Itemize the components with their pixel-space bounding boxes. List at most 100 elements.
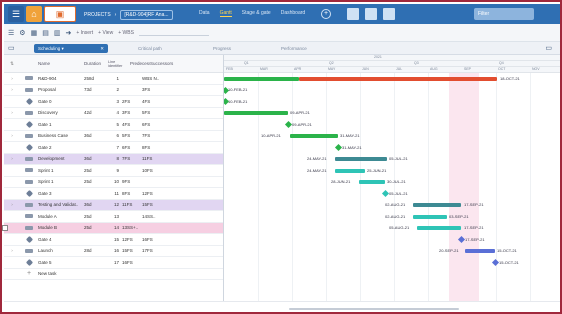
new-task-row[interactable]: + New task — [4, 269, 223, 280]
project-selector[interactable]: [R&D-904]RF Ana... — [120, 10, 173, 20]
expand-icon[interactable]: › — [4, 133, 20, 138]
filter-box[interactable]: Filter — [474, 8, 534, 20]
task-successors[interactable]: 10FS — [142, 168, 168, 173]
expand-icon[interactable]: › — [4, 110, 20, 115]
task-predecessors[interactable]: 6FS — [122, 145, 142, 150]
task-name[interactable]: Module B — [38, 225, 84, 230]
board-view-icon[interactable] — [383, 8, 395, 20]
menu-icon[interactable]: ☰ — [8, 6, 24, 22]
task-successors[interactable]: 17FS — [142, 248, 168, 253]
tab-critical-path[interactable]: Critical path — [134, 44, 166, 53]
nav-gantt[interactable]: Gantt — [219, 10, 232, 17]
summary-bar[interactable] — [335, 157, 387, 161]
task-name[interactable]: Module A — [38, 214, 84, 219]
table-row[interactable]: › R&D-904 258d 1 WBS N.. — [4, 73, 223, 85]
nav-dashboard[interactable]: Dashboard — [281, 10, 305, 17]
task-successors[interactable]: 6FS — [142, 122, 168, 127]
table-row[interactable]: › Discovery 42d 4 3FS 5FS — [4, 108, 223, 119]
add-icon[interactable]: + — [27, 270, 31, 277]
table-row[interactable]: Sprint 1 25d 9 10FS — [4, 165, 223, 177]
table-row[interactable]: Gate 4 15 12FS 16FS — [4, 234, 223, 246]
task-predecessors[interactable]: 15FS — [122, 248, 142, 253]
task-predecessors[interactable]: 7FS — [122, 156, 142, 161]
task-bar[interactable] — [465, 249, 495, 253]
task-duration[interactable]: 25d — [84, 168, 108, 173]
panel-toggle-icon[interactable]: ▭ — [545, 44, 552, 52]
table-row[interactable]: › Testing and Validat.. 36d 12 11FS 15FS — [4, 199, 223, 211]
table-row[interactable]: Sprint 1 25d 10 9FS — [4, 177, 223, 188]
table-row[interactable]: Gate 2 7 6FS 8FS — [4, 142, 223, 154]
tab-performance[interactable]: Performance — [277, 44, 311, 53]
milestone-marker[interactable] — [381, 189, 390, 198]
table-row[interactable]: Module B 25d 14 13SS+.. — [2, 222, 223, 234]
task-duration[interactable]: 36d — [84, 202, 108, 207]
settings-icon[interactable]: ⚙ — [19, 29, 25, 37]
task-successors[interactable]: 3FS — [142, 87, 168, 92]
tab-progress[interactable]: Progress — [209, 44, 235, 53]
user-icon[interactable] — [365, 8, 377, 20]
task-bar[interactable] — [417, 226, 461, 230]
calendar-icon[interactable]: ▦ — [31, 29, 38, 37]
task-name[interactable]: R&D-904 — [38, 76, 84, 81]
task-predecessors[interactable]: 13SS+.. — [122, 225, 142, 230]
task-successors[interactable]: 11FS — [142, 156, 168, 161]
task-name[interactable]: Sprint 1 — [38, 168, 84, 173]
task-predecessors[interactable]: 3FS — [122, 110, 142, 115]
row-select-checkbox[interactable] — [2, 224, 8, 231]
task-bar[interactable] — [413, 214, 447, 219]
task-predecessors[interactable]: 9FS — [122, 179, 142, 184]
task-successors[interactable]: 5FS — [142, 110, 168, 115]
task-name[interactable]: Discovery — [38, 110, 84, 115]
insert-button[interactable]: + Insert — [76, 30, 93, 36]
sidebar-toggle-icon[interactable]: ▭ — [8, 44, 15, 52]
task-name[interactable]: Gate 0 — [38, 99, 84, 104]
wbs-button[interactable]: + WBS — [118, 30, 134, 36]
task-predecessors[interactable]: 8FS — [122, 191, 142, 196]
home-icon[interactable]: ⌂ — [26, 6, 42, 22]
task-bar[interactable] — [359, 180, 385, 184]
task-successors[interactable]: 7FS — [142, 133, 168, 138]
table-row[interactable]: › Development 36d 8 7FS 11FS — [4, 153, 223, 165]
milestone-marker[interactable] — [334, 143, 343, 152]
view-button[interactable]: + View — [98, 30, 113, 36]
table-row[interactable]: Gate 0 3 2FS 4FS — [4, 96, 223, 108]
table-row[interactable]: › Launch 28d 16 15FS 17FS — [4, 246, 223, 257]
table-row[interactable]: Gate 5 17 16FS — [4, 257, 223, 269]
table-icon[interactable]: ▤ — [42, 29, 49, 37]
table-row[interactable]: Gate 3 11 8FS 12FS — [4, 188, 223, 200]
search-input[interactable] — [138, 29, 209, 36]
grid-view-icon[interactable] — [347, 8, 359, 20]
expand-icon[interactable]: › — [4, 202, 20, 207]
summary-bar[interactable] — [224, 76, 299, 81]
task-name[interactable]: Business Case — [38, 133, 84, 138]
task-duration[interactable]: 25d — [84, 179, 108, 184]
table-row[interactable]: Gate 1 5 4FS 6FS — [4, 119, 223, 131]
task-duration[interactable]: 36d — [84, 133, 108, 138]
expand-icon[interactable]: › — [4, 76, 20, 81]
task-name[interactable]: Gate 3 — [38, 191, 84, 196]
expand-icon[interactable]: › — [4, 87, 20, 92]
col-duration[interactable]: Duration — [84, 61, 108, 66]
task-predecessors[interactable]: 2FS — [122, 99, 142, 104]
task-name[interactable]: Gate 2 — [38, 145, 84, 150]
task-duration[interactable]: 25d — [84, 225, 108, 230]
task-predecessors[interactable]: 11FS — [122, 202, 142, 207]
task-bar[interactable] — [290, 134, 338, 138]
milestone-marker[interactable] — [491, 258, 500, 267]
task-bar[interactable] — [224, 111, 288, 115]
task-name[interactable]: Launch — [38, 248, 84, 253]
task-duration[interactable]: 25d — [84, 214, 108, 219]
summary-bar-remaining[interactable] — [299, 76, 497, 81]
task-successors[interactable]: 8FS — [142, 145, 168, 150]
col-name[interactable]: Name — [38, 61, 84, 66]
task-duration[interactable]: 28d — [84, 248, 108, 253]
task-predecessors[interactable]: 12FS — [122, 237, 142, 242]
add-view-icon[interactable]: + — [321, 9, 331, 19]
expand-all-icon[interactable]: ⇅ — [4, 61, 20, 67]
table-row[interactable]: Module A 25d 13 14SS.. — [4, 211, 223, 223]
task-name[interactable]: Gate 1 — [38, 122, 84, 127]
task-name[interactable]: Sprint 1 — [38, 179, 84, 184]
col-successors[interactable]: Successors — [150, 61, 176, 66]
task-name[interactable]: Proposal — [38, 87, 84, 92]
task-duration[interactable]: 42d — [84, 110, 108, 115]
